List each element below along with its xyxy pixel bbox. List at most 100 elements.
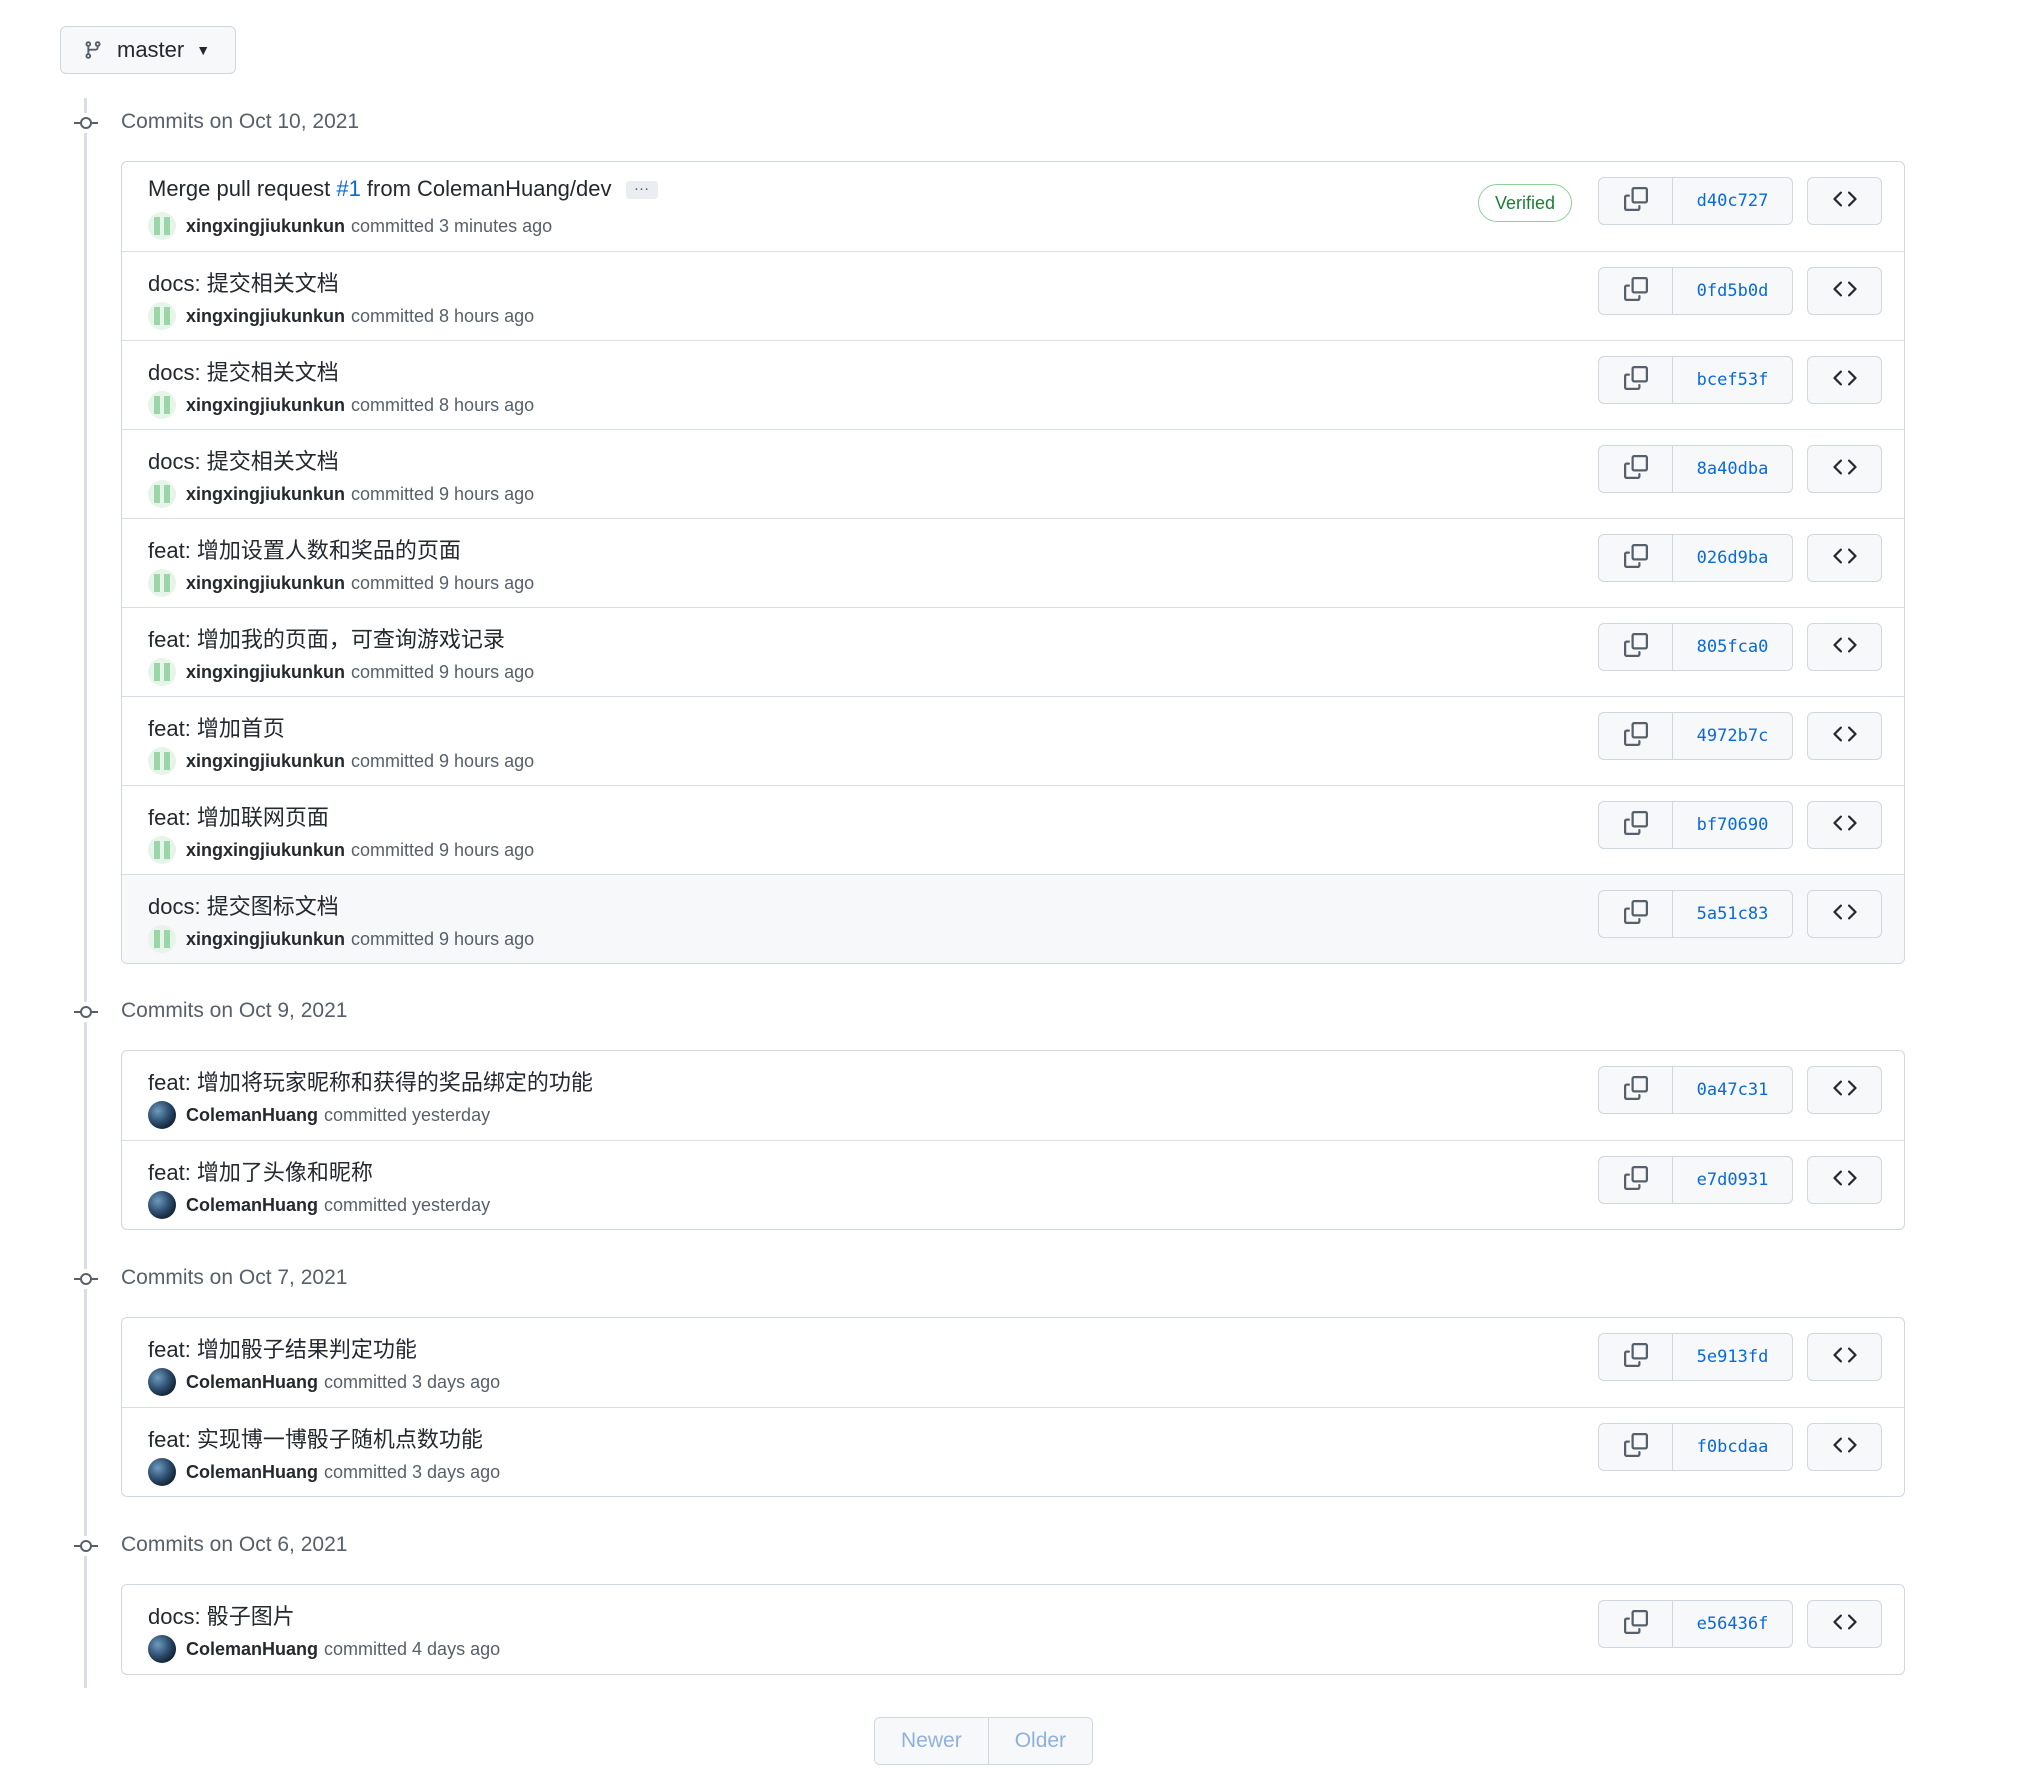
commit-sha-link[interactable]: d40c727 [1673, 177, 1793, 225]
commit-sha-link[interactable]: f0bcdaa [1673, 1423, 1793, 1471]
browse-repo-button[interactable] [1807, 623, 1882, 671]
browse-repo-button[interactable] [1807, 534, 1882, 582]
browse-repo-button[interactable] [1807, 712, 1882, 760]
author-link[interactable]: xingxingjiukunkun [186, 751, 345, 772]
author-link[interactable]: xingxingjiukunkun [186, 216, 345, 237]
browse-repo-button[interactable] [1807, 1066, 1882, 1114]
copy-sha-button[interactable] [1598, 1600, 1673, 1648]
author-link[interactable]: xingxingjiukunkun [186, 395, 345, 416]
browse-repo-button[interactable] [1807, 890, 1882, 938]
older-button[interactable]: Older [987, 1718, 1093, 1764]
copy-sha-button[interactable] [1598, 356, 1673, 404]
commit-sha-link[interactable]: 0a47c31 [1673, 1066, 1793, 1114]
author-link[interactable]: ColemanHuang [186, 1195, 318, 1216]
commit-message[interactable]: feat: 增加骰子结果判定功能 [148, 1332, 417, 1364]
commit-message-prefix[interactable]: Merge pull request [148, 176, 336, 201]
browse-repo-button[interactable] [1807, 267, 1882, 315]
avatar[interactable] [148, 391, 176, 419]
copy-sha-button[interactable] [1598, 1423, 1673, 1471]
browse-repo-button[interactable] [1807, 1156, 1882, 1204]
commit-time: committed 9 hours ago [351, 661, 535, 682]
commit-sha-link[interactable]: bcef53f [1673, 356, 1793, 404]
avatar[interactable] [148, 212, 176, 240]
expand-message-button[interactable]: … [625, 178, 658, 200]
commit-message[interactable]: docs: 提交相关文档 [148, 355, 339, 387]
commit-group: Commits on Oct 9, 2021 [0, 987, 2019, 1037]
author-link[interactable]: xingxingjiukunkun [186, 573, 345, 594]
commit-sha-link[interactable]: 5e913fd [1673, 1333, 1793, 1381]
commit-sha-link[interactable]: 8a40dba [1673, 445, 1793, 493]
author-link[interactable]: ColemanHuang [186, 1372, 318, 1393]
copy-sha-button[interactable] [1598, 534, 1673, 582]
browse-repo-button[interactable] [1807, 356, 1882, 404]
avatar[interactable] [148, 658, 176, 686]
commit-sha-link[interactable]: 026d9ba [1673, 534, 1793, 582]
avatar[interactable] [148, 1191, 176, 1219]
browse-repo-button[interactable] [1807, 445, 1882, 493]
commit-message[interactable]: docs: 提交相关文档 [148, 444, 339, 476]
commit-message[interactable]: docs: 提交图标文档 [148, 889, 339, 921]
verified-badge[interactable]: Verified [1478, 184, 1573, 222]
author-link[interactable]: ColemanHuang [186, 1462, 318, 1483]
avatar[interactable] [148, 925, 176, 953]
author-link[interactable]: xingxingjiukunkun [186, 929, 345, 950]
commit-row: docs: 提交相关文档 xingxingjiukunkun committed 8… [122, 340, 1904, 429]
commit-message[interactable]: feat: 增加了头像和昵称 [148, 1155, 373, 1187]
copy-sha-button[interactable] [1598, 445, 1673, 493]
copy-sha-button[interactable] [1598, 890, 1673, 938]
copy-sha-button[interactable] [1598, 1066, 1673, 1114]
avatar[interactable] [148, 1635, 176, 1663]
avatar[interactable] [148, 1101, 176, 1129]
commit-time: committed 9 hours ago [351, 928, 535, 949]
avatar[interactable] [148, 480, 176, 508]
commit-message[interactable]: feat: 增加首页 [148, 711, 285, 743]
group-header: Commits on Oct 9, 2021 [0, 987, 2019, 1037]
copy-sha-button[interactable] [1598, 801, 1673, 849]
browse-repo-button[interactable] [1807, 1600, 1882, 1648]
commit-message[interactable]: docs: 提交相关文档 [148, 266, 339, 298]
avatar[interactable] [148, 747, 176, 775]
commit-message[interactable]: feat: 增加联网页面 [148, 800, 329, 832]
avatar[interactable] [148, 1458, 176, 1486]
copy-sha-button[interactable] [1598, 177, 1673, 225]
author-link[interactable]: ColemanHuang [186, 1639, 318, 1660]
commit-actions: bcef53f [1598, 356, 1882, 404]
commit-sha-link[interactable]: 0fd5b0d [1673, 267, 1793, 315]
copy-sha-button[interactable] [1598, 1156, 1673, 1204]
newer-button[interactable]: Newer [875, 1718, 988, 1764]
avatar[interactable] [148, 1368, 176, 1396]
commit-message[interactable]: feat: 增加设置人数和奖品的页面 [148, 533, 461, 565]
author-link[interactable]: xingxingjiukunkun [186, 662, 345, 683]
commit-sha-link[interactable]: bf70690 [1673, 801, 1793, 849]
commit-sha-link[interactable]: 5a51c83 [1673, 890, 1793, 938]
copy-sha-button[interactable] [1598, 267, 1673, 315]
author-link[interactable]: ColemanHuang [186, 1105, 318, 1126]
author-link[interactable]: xingxingjiukunkun [186, 484, 345, 505]
browse-repo-button[interactable] [1807, 801, 1882, 849]
browse-repo-button[interactable] [1807, 1423, 1882, 1471]
commit-sha-link[interactable]: e7d0931 [1673, 1156, 1793, 1204]
browse-repo-button[interactable] [1807, 177, 1882, 225]
pull-request-link[interactable]: #1 [336, 176, 360, 201]
commit-message[interactable]: Merge pull request #1 from ColemanHuang/… [148, 176, 658, 202]
commit-message[interactable]: feat: 增加将玩家昵称和获得的奖品绑定的功能 [148, 1065, 593, 1097]
branch-select-button[interactable]: master ▼ [60, 26, 236, 74]
commit-sha-link[interactable]: 4972b7c [1673, 712, 1793, 760]
commit-sha-link[interactable]: e56436f [1673, 1600, 1793, 1648]
copy-sha-button[interactable] [1598, 712, 1673, 760]
commit-message[interactable]: feat: 增加我的页面，可查询游戏记录 [148, 622, 505, 654]
author-link[interactable]: xingxingjiukunkun [186, 306, 345, 327]
avatar[interactable] [148, 836, 176, 864]
author-link[interactable]: xingxingjiukunkun [186, 840, 345, 861]
commit-sha-link[interactable]: 805fca0 [1673, 623, 1793, 671]
commit-time: committed 9 hours ago [351, 750, 535, 771]
avatar[interactable] [148, 302, 176, 330]
browse-repo-button[interactable] [1807, 1333, 1882, 1381]
copy-sha-button[interactable] [1598, 623, 1673, 671]
code-icon [1832, 811, 1857, 840]
commit-message[interactable]: docs: 骰子图片 [148, 1599, 295, 1631]
commit-message[interactable]: feat: 实现博一博骰子随机点数功能 [148, 1422, 483, 1454]
copy-sha-button[interactable] [1598, 1333, 1673, 1381]
commit-message-suffix[interactable]: from ColemanHuang/dev [361, 176, 612, 201]
avatar[interactable] [148, 569, 176, 597]
